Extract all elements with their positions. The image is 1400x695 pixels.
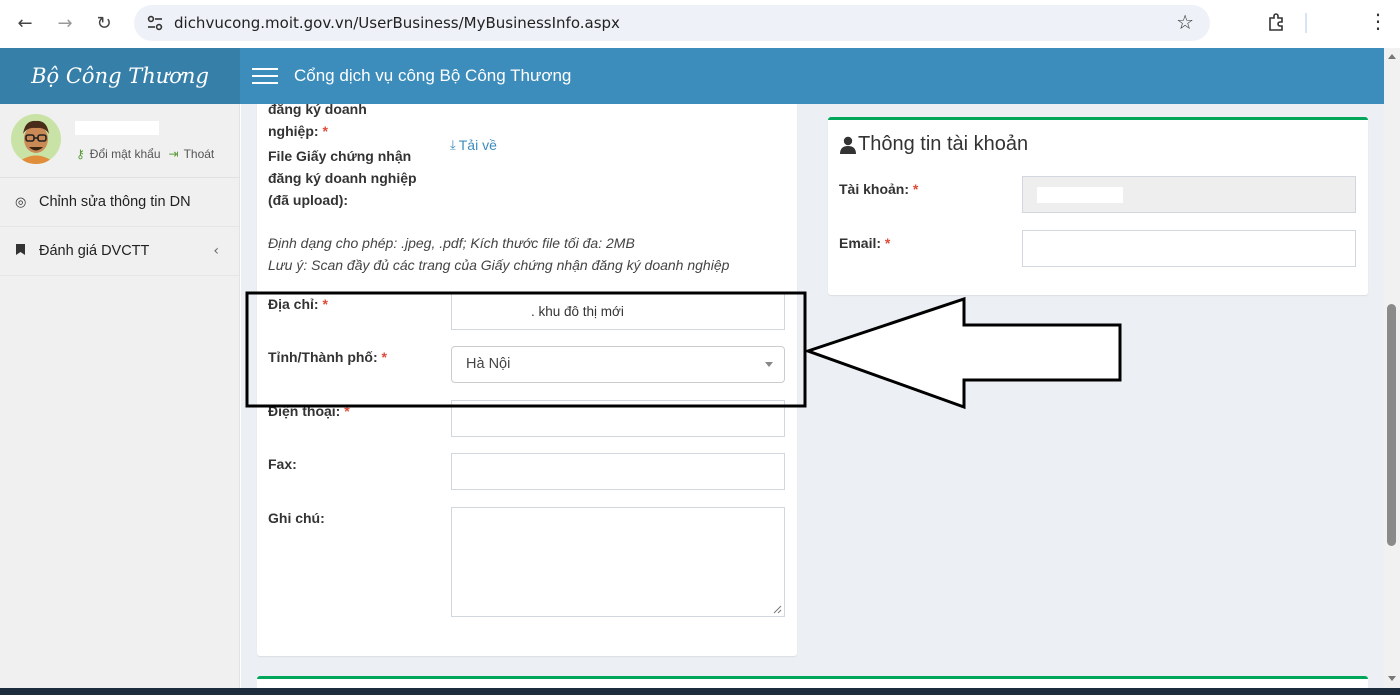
- page-scrollbar[interactable]: [1384, 48, 1400, 688]
- scroll-thumb[interactable]: [1387, 304, 1396, 546]
- scroll-down-icon[interactable]: [1388, 676, 1396, 681]
- annotation-overlay: [245, 291, 1122, 410]
- os-taskbar-edge: [0, 688, 1400, 695]
- scroll-up-icon[interactable]: [1388, 54, 1396, 59]
- highlight-box: [245, 291, 807, 408]
- pointer-arrow: [803, 296, 1122, 410]
